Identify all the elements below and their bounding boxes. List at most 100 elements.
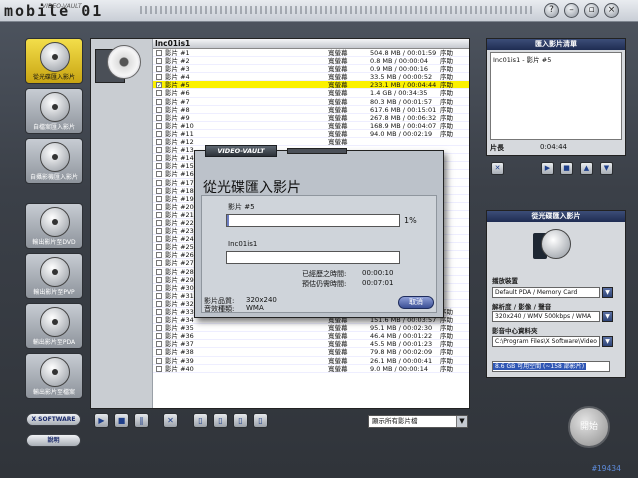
table-row[interactable]: 影片 #6 寬螢幕 1.4 GB / 00:34:35 序助	[153, 89, 469, 98]
row-checkbox[interactable]	[156, 203, 162, 210]
row-checkbox[interactable]	[156, 90, 162, 97]
table-row[interactable]: 影片 #38 寬螢幕 79.8 MB / 00:02:09 序助	[153, 348, 469, 357]
sidebar-item-3[interactable]: 自攝影機匯入影片	[25, 138, 83, 184]
table-row[interactable]: 影片 #35 寬螢幕 95.1 MB / 00:02:30 序助	[153, 324, 469, 333]
restore-button[interactable]: ▫	[584, 3, 599, 18]
row-checkbox[interactable]	[156, 211, 162, 218]
table-row[interactable]: 影片 #4 寬螢幕 33.5 MB / 00:00:52 序助	[153, 73, 469, 82]
row-checkbox[interactable]	[156, 284, 162, 291]
row-checkbox[interactable]	[156, 236, 162, 243]
row-checkbox[interactable]	[156, 268, 162, 275]
move-down-button[interactable]: ▼	[600, 162, 613, 175]
clip-button-2[interactable]: ▯	[213, 413, 228, 428]
row-checkbox[interactable]	[156, 122, 162, 129]
table-row[interactable]: 影片 #2 寬螢幕 0.8 MB / 00:00:04 序助	[153, 57, 469, 66]
row-checkbox[interactable]	[156, 195, 162, 202]
row-checkbox[interactable]	[156, 106, 162, 113]
row-checkbox[interactable]	[156, 171, 162, 178]
table-row[interactable]: 影片 #10 寬螢幕 168.9 MB / 00:04:07 序助	[153, 122, 469, 130]
clip-button-1[interactable]: ▯	[193, 413, 208, 428]
table-row[interactable]: 影片 #9 寬螢幕 267.8 MB / 00:06:32 序助	[153, 114, 469, 122]
table-row[interactable]: 影片 #40 寬螢幕 9.0 MB / 00:00:14 序助	[153, 365, 469, 373]
row-checkbox[interactable]	[156, 349, 162, 356]
row-checkbox[interactable]	[156, 114, 162, 121]
pause-button[interactable]: ‖	[134, 413, 149, 428]
delete-button[interactable]: ✕	[163, 413, 178, 428]
row-checkbox[interactable]	[156, 66, 162, 73]
sidebar-item-4[interactable]: 輸出影片至DVD	[25, 203, 83, 249]
row-format: 寬螢幕	[328, 348, 348, 357]
row-checkbox[interactable]	[156, 292, 162, 299]
table-row[interactable]: 影片 #3 寬螢幕 0.9 MB / 00:00:16 序助	[153, 65, 469, 74]
row-checkbox[interactable]	[156, 139, 162, 146]
row-checkbox[interactable]	[156, 130, 162, 137]
close-button[interactable]: ×	[604, 3, 619, 18]
row-checkbox[interactable]	[156, 276, 162, 283]
row-checkbox[interactable]	[156, 365, 162, 372]
cancel-button[interactable]: 取消	[398, 296, 434, 309]
row-checkbox[interactable]	[156, 228, 162, 235]
table-row[interactable]: 影片 #7 寬螢幕 80.3 MB / 00:01:57 序助	[153, 98, 469, 106]
row-checkbox[interactable]	[156, 309, 162, 315]
remove-item-button[interactable]: ✕	[491, 162, 504, 175]
sidebar-item-5[interactable]: 輸出影片至PVP	[25, 253, 83, 299]
row-checkbox[interactable]: ✓	[156, 82, 162, 89]
row-name: 影片 #8	[165, 105, 190, 114]
row-checkbox[interactable]	[156, 50, 162, 56]
row-checkbox[interactable]	[156, 163, 162, 170]
table-row[interactable]: 影片 #37 寬螢幕 45.5 MB / 00:01:23 序助	[153, 340, 469, 349]
row-checkbox[interactable]	[156, 58, 162, 65]
table-row[interactable]: 影片 #12 寬螢幕	[153, 138, 469, 147]
row-checkbox[interactable]	[156, 74, 162, 81]
row-checkbox[interactable]	[156, 155, 162, 162]
row-checkbox[interactable]	[156, 317, 162, 324]
sidebar-item-1[interactable]: 從光碟匯入影片	[25, 38, 83, 84]
table-row[interactable]: 影片 #39 寬螢幕 26.1 MB / 00:00:41 序助	[153, 357, 469, 365]
row-checkbox[interactable]	[156, 98, 162, 105]
start-button[interactable]: 開始	[568, 406, 610, 448]
resolution-select[interactable]: 320x240 / WMV 500kbps / WMA	[492, 311, 600, 322]
row-checkbox[interactable]	[156, 341, 162, 348]
sidebar-item-6[interactable]: 輸出影片至PDA	[25, 303, 83, 349]
row-checkbox[interactable]	[156, 147, 162, 154]
clip-button-3[interactable]: ▯	[233, 413, 248, 428]
row-checkbox[interactable]	[156, 333, 162, 340]
x-software-button[interactable]: X SOFTWARE	[26, 413, 81, 426]
play-button[interactable]: ▶	[94, 413, 109, 428]
row-checkbox[interactable]	[156, 300, 162, 307]
minimize-button[interactable]: –	[564, 3, 579, 18]
sidebar-item-2[interactable]: 自檔案匯入影片	[25, 88, 83, 134]
table-row[interactable]: ✓ 影片 #5 寬螢幕 233.1 MB / 00:04:44 序助	[153, 81, 469, 90]
row-checkbox[interactable]	[156, 187, 162, 194]
sidebar-item-7[interactable]: 輸出影片至檔案	[25, 353, 83, 399]
device-dropdown-icon[interactable]: ▼	[602, 287, 613, 298]
title-bar: mobile 01 VIDEO-VAULT ? – ▫ ×	[0, 0, 638, 22]
help-icon[interactable]: ?	[544, 3, 559, 18]
table-row[interactable]: 影片 #1 寬螢幕 504.8 MB / 00:01:59 序助	[153, 49, 469, 58]
row-checkbox[interactable]	[156, 252, 162, 259]
device-select[interactable]: Default PDA / Memory Card	[492, 287, 600, 298]
row-checkbox[interactable]	[156, 325, 162, 332]
row-checkbox[interactable]	[156, 357, 162, 364]
table-row[interactable]: 影片 #8 寬螢幕 617.6 MB / 00:15:01 序助	[153, 106, 469, 114]
play-item-button[interactable]: ▶	[541, 162, 554, 175]
table-row[interactable]: 影片 #11 寬螢幕 94.0 MB / 00:02:19 序助	[153, 130, 469, 139]
row-checkbox[interactable]	[156, 219, 162, 226]
clip-button-4[interactable]: ▯	[253, 413, 268, 428]
folder-browse-icon[interactable]: ▼	[602, 336, 613, 347]
import-list-item[interactable]: Inc01is1 - 影片 #5	[491, 53, 621, 65]
stop-item-button[interactable]: ■	[560, 162, 573, 175]
row-checkbox[interactable]	[156, 179, 162, 186]
dialog-handle[interactable]	[287, 148, 347, 154]
row-size: 33.5 MB / 00:00:52	[370, 73, 433, 82]
help-button[interactable]: 說明	[26, 434, 81, 447]
move-up-button[interactable]: ▲	[580, 162, 593, 175]
stop-button[interactable]: ■	[114, 413, 129, 428]
row-checkbox[interactable]	[156, 244, 162, 251]
resolution-dropdown-icon[interactable]: ▼	[602, 311, 613, 322]
table-row[interactable]: 影片 #36 寬螢幕 46.4 MB / 00:01:22 序助	[153, 332, 469, 341]
row-checkbox[interactable]	[156, 260, 162, 267]
disc-progress-bar	[226, 251, 400, 264]
folder-input[interactable]: C:\Program Files\X Software\Video	[492, 336, 600, 347]
file-filter-select[interactable]: 顯示所有影片檔 ▼	[368, 415, 468, 428]
